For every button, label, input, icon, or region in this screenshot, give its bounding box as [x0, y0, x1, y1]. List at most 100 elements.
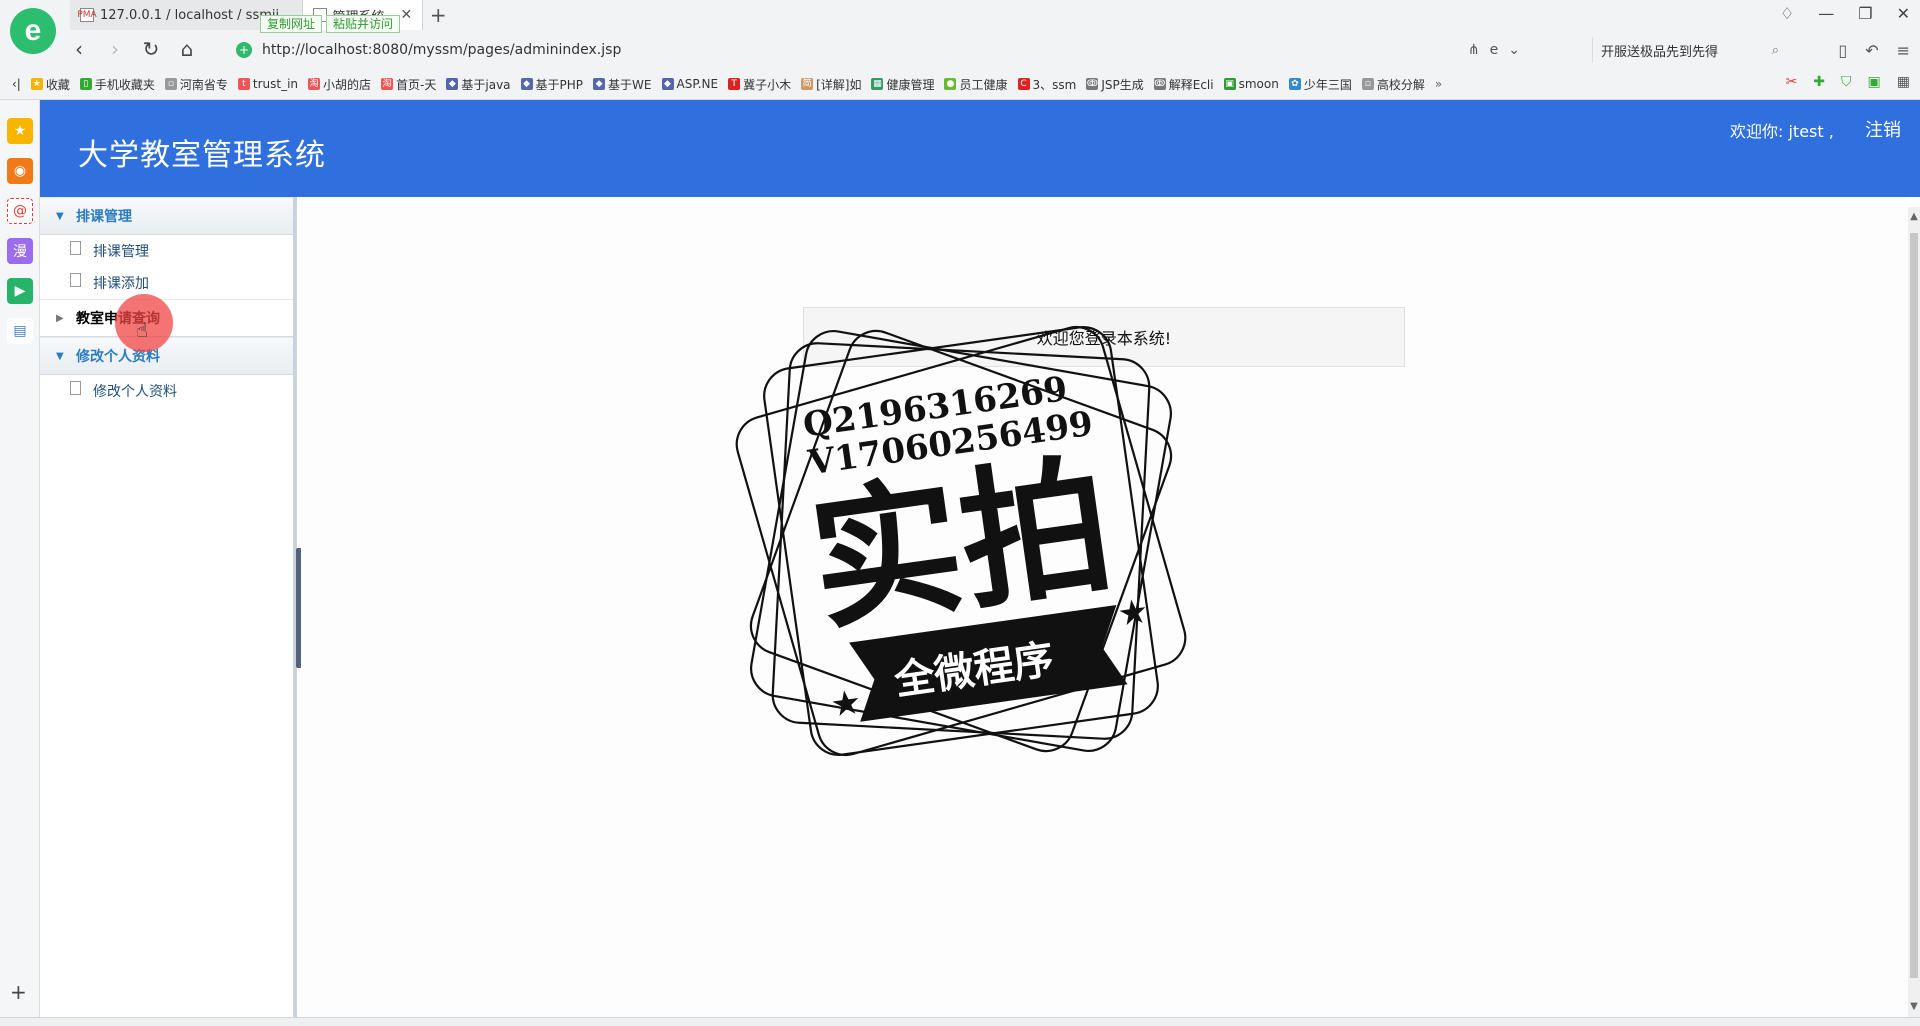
- address-bar[interactable]: + http://localhost:8080/myssm/pages/admi…: [236, 37, 1526, 63]
- menu-icon[interactable]: ≡: [1897, 41, 1910, 60]
- menu-item-schedule-add[interactable]: 排课添加: [40, 267, 293, 299]
- vertical-scrollbar[interactable]: ▲ ▼: [1908, 207, 1920, 1017]
- bookmark-item[interactable]: ◆ 基于WE: [593, 76, 652, 93]
- home-button[interactable]: ⌂: [170, 34, 204, 64]
- site-icon: ▦: [871, 78, 884, 90]
- menu-header-schedule[interactable]: ▼ 排课管理: [40, 197, 293, 235]
- site-icon: ◆: [520, 78, 533, 90]
- bookmark-item[interactable]: ◆ ASP.NE: [661, 77, 718, 91]
- bookmark-label: 收藏: [45, 77, 70, 92]
- bookmark-item[interactable]: ▫ 河南省专: [164, 76, 228, 93]
- bookmark-item[interactable]: 淘小胡的店: [308, 76, 371, 93]
- close-window-icon[interactable]: ✕: [1897, 4, 1910, 23]
- bookmark-item[interactable]: ▯ 手机收藏夹: [79, 76, 155, 93]
- bookmark-item[interactable]: ↂ 解释Ecli: [1153, 76, 1214, 93]
- page-icon: [70, 241, 81, 255]
- new-tab-button[interactable]: +: [423, 0, 453, 30]
- bookmark-item[interactable]: ▫ 高校分解: [1361, 76, 1425, 93]
- bookmarks-more-button[interactable]: »: [1435, 77, 1442, 91]
- bookmark-bar: ‹| ★ 收藏 ▯ 手机收藏夹 ▫ 河南省专 t trust_in 淘小胡的店 淘首页-…: [0, 70, 1920, 98]
- comic-icon[interactable]: 漫: [7, 238, 33, 264]
- reload-button[interactable]: ↻: [134, 34, 168, 64]
- search-input-text[interactable]: 开服送极品先到先得: [1601, 41, 1718, 60]
- add-extension-icon[interactable]: ✚: [1813, 74, 1825, 90]
- page-icon: [70, 273, 81, 287]
- search-box[interactable]: 开服送极品先到先得 ⌕: [1592, 37, 1787, 63]
- site-icon: C: [1017, 78, 1030, 90]
- chevron-down-icon[interactable]: ⌄: [1508, 42, 1520, 58]
- bookmark-item[interactable]: 简 [详解]如: [801, 76, 861, 93]
- back-button[interactable]: ‹: [62, 34, 96, 64]
- collapse-sidebar-icon[interactable]: ‹|: [12, 77, 21, 91]
- browser-status-bar: [0, 1017, 1920, 1026]
- bookmark-label: [详解]如: [816, 77, 862, 92]
- bookmark-label: smoon: [1238, 77, 1279, 91]
- bookmark-item[interactable]: 淘首页-天: [381, 76, 436, 93]
- scrollbar-thumb[interactable]: [1910, 233, 1918, 978]
- scissors-icon[interactable]: ✂: [1786, 74, 1798, 90]
- site-icon: 淘: [308, 78, 321, 90]
- bookmark-item[interactable]: ● 员工健康: [944, 76, 1008, 93]
- site-icon: ▣: [1223, 78, 1236, 90]
- menu-header-profile[interactable]: ▼ 修改个人资料: [40, 337, 293, 375]
- menu-header-label: 排课管理: [76, 209, 132, 225]
- paw-icon: ✿: [1288, 78, 1301, 90]
- forward-button[interactable]: ›: [98, 34, 132, 64]
- address-url[interactable]: http://localhost:8080/myssm/pages/admini…: [262, 42, 621, 58]
- bookmark-label: 基于java: [461, 77, 511, 92]
- menu-item-profile-edit[interactable]: 修改个人资料: [40, 375, 293, 407]
- bookmark-item[interactable]: C 3、ssm: [1017, 76, 1076, 93]
- scroll-up-icon[interactable]: ▲: [1908, 211, 1920, 225]
- grid-icon[interactable]: ▦: [1897, 74, 1910, 90]
- undo-icon[interactable]: ↶: [1865, 41, 1878, 60]
- bookmark-item[interactable]: ▣ smoon: [1223, 77, 1279, 91]
- phone-icon[interactable]: ▯: [1838, 41, 1847, 60]
- paste-and-go-button[interactable]: 粘贴并访问: [326, 15, 401, 33]
- menu-item-label: 修改个人资料: [93, 384, 177, 400]
- bookmark-item[interactable]: ✿ 少年三国: [1288, 76, 1352, 93]
- mail-icon[interactable]: @: [7, 198, 33, 224]
- page-icon: [70, 381, 81, 395]
- weibo-icon[interactable]: ◉: [7, 158, 33, 184]
- caret-down-icon: ▼: [56, 350, 64, 362]
- bookmark-item[interactable]: ◆ 基于java: [446, 76, 511, 93]
- bookmark-item[interactable]: t trust_in: [237, 77, 299, 91]
- share-icon[interactable]: ⋔: [1468, 42, 1480, 58]
- restore-icon[interactable]: ❐: [1858, 4, 1872, 23]
- add-icon[interactable]: +: [10, 980, 27, 1004]
- caret-right-icon: ▶: [56, 312, 64, 324]
- shirt-skin-icon[interactable]: ♢: [1780, 4, 1794, 23]
- extension-icons: ✂ ✚ ⛉ ▣ ▦: [1786, 74, 1910, 90]
- bookmark-item[interactable]: ◆ 基于PHP: [520, 76, 583, 93]
- scroll-down-icon[interactable]: ▼: [1908, 1001, 1920, 1015]
- copy-url-button[interactable]: 复制网址: [260, 15, 323, 33]
- bookmark-label: trust_in: [252, 77, 299, 91]
- ie-mode-icon[interactable]: e: [1490, 42, 1499, 58]
- site-icon: ●: [944, 78, 957, 90]
- minimize-icon[interactable]: —: [1818, 4, 1834, 23]
- bookmark-item[interactable]: ▦ 健康管理: [871, 76, 934, 93]
- site-icon: ◆: [593, 78, 606, 90]
- video-icon[interactable]: ▶: [7, 278, 33, 304]
- shield-icon[interactable]: ⛉: [1841, 74, 1852, 90]
- app-title: 大学教室管理系统: [78, 138, 326, 173]
- favorites-star-icon[interactable]: ★: [7, 118, 33, 144]
- browser-side-dock: ★ ◉ @ 漫 ▶ ▤ +: [0, 100, 40, 1026]
- close-tab-icon[interactable]: ✕: [401, 7, 413, 23]
- bookmark-label: JSP生成: [1101, 77, 1144, 92]
- bookmark-item[interactable]: ↂ JSP生成: [1086, 76, 1144, 93]
- bookmark-item[interactable]: ★ 收藏: [30, 76, 70, 93]
- site-icon: ↂ: [1086, 78, 1099, 90]
- site-icon: ◆: [446, 78, 459, 90]
- menu-item-label: 排课添加: [93, 276, 149, 292]
- star-icon: ★: [830, 685, 862, 723]
- site-icon: 淘: [381, 78, 394, 90]
- document-icon[interactable]: ▤: [7, 318, 33, 344]
- site-icon: t: [237, 78, 250, 90]
- bookmark-item[interactable]: T 冀子小木: [728, 76, 791, 93]
- logout-link[interactable]: 注销: [1865, 116, 1901, 142]
- search-icon[interactable]: ⌕: [1772, 43, 1779, 58]
- game-icon[interactable]: ▣: [1868, 74, 1881, 90]
- watermark-stamp: Q2196316269 V17060256499 实拍 全微程序 ★ ★: [735, 325, 1187, 757]
- menu-item-schedule-manage[interactable]: 排课管理: [40, 235, 293, 267]
